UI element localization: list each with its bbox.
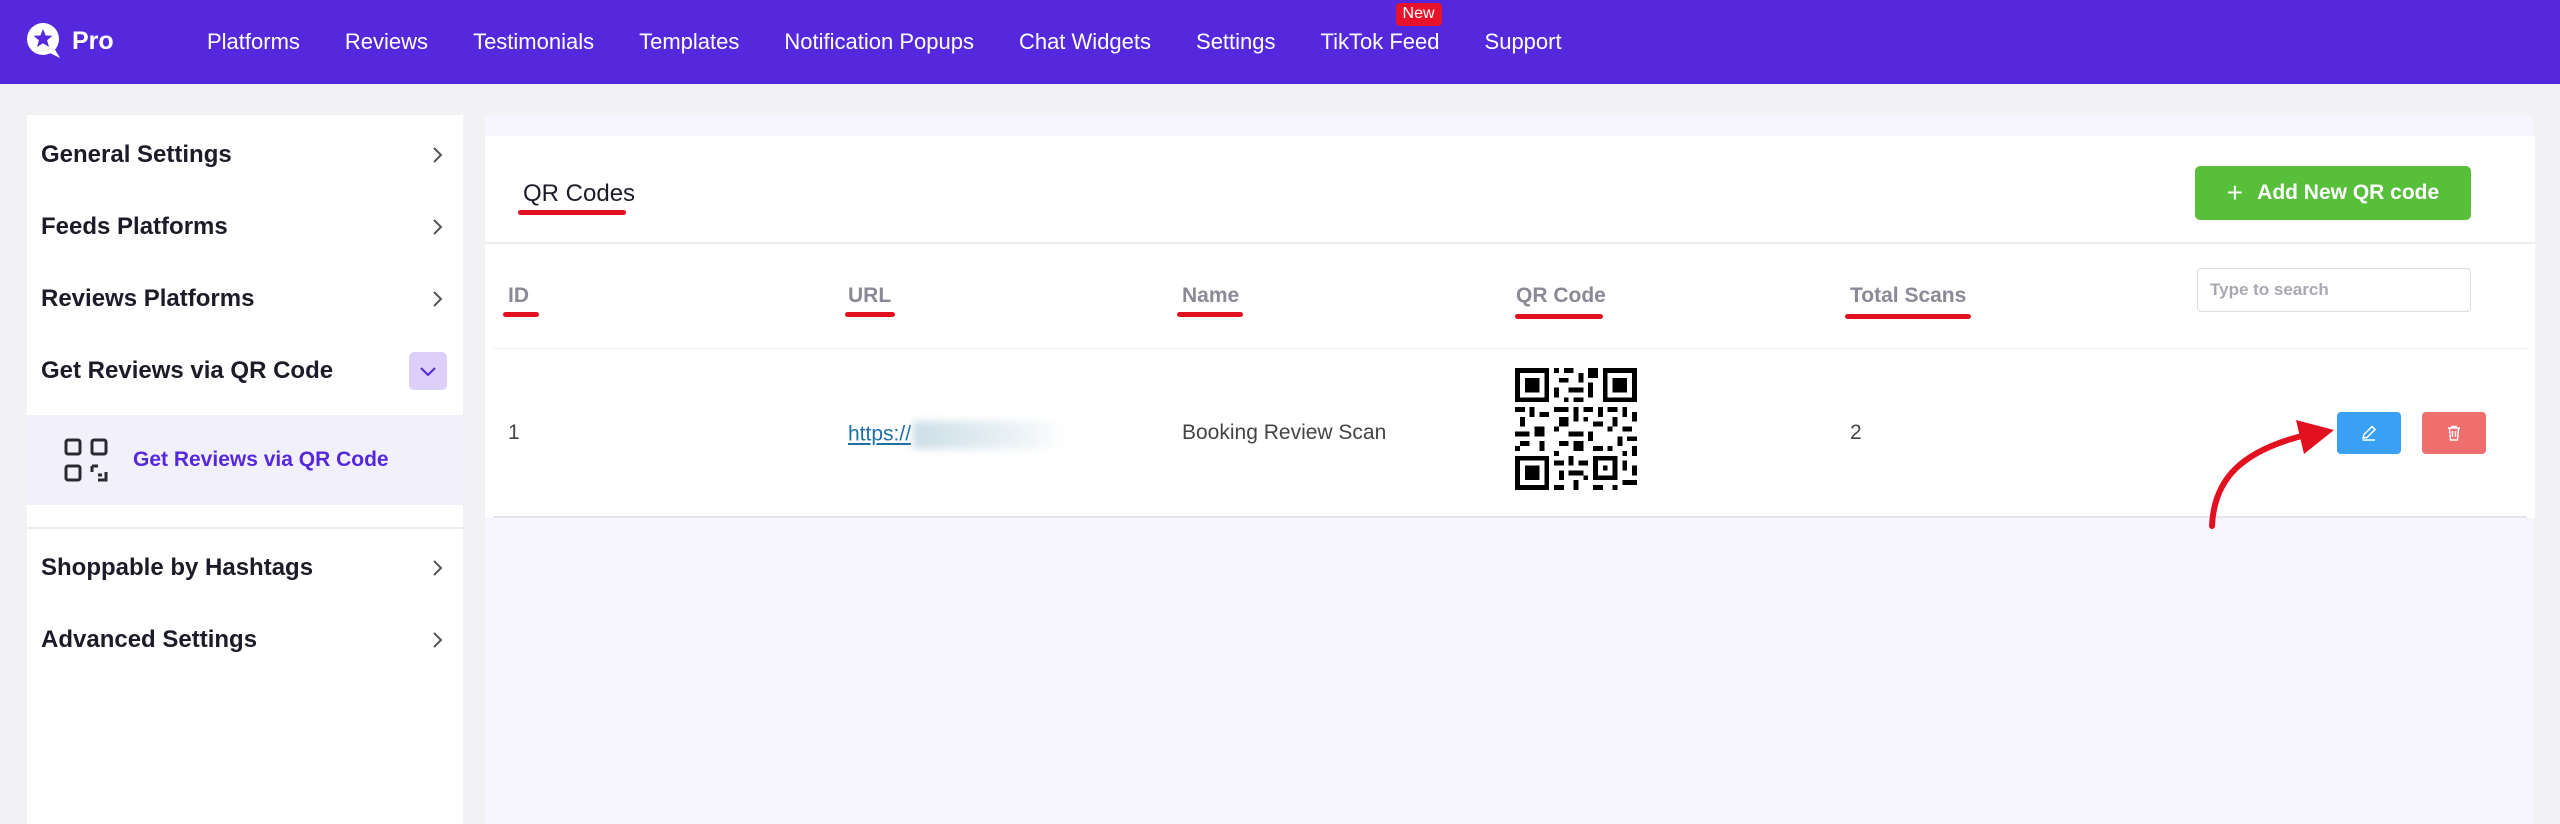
edit-button[interactable] [2337, 412, 2401, 454]
logo[interactable]: Pro [26, 22, 114, 60]
cell-name: Booking Review Scan [1182, 421, 1387, 444]
nav-templates[interactable]: Templates [639, 29, 739, 55]
delete-button[interactable] [2422, 412, 2486, 454]
sidebar-item-shoppable-hashtags[interactable]: Shoppable by Hashtags [27, 538, 463, 598]
chevron-right-icon [433, 219, 443, 235]
qr-code-image[interactable] [1515, 368, 1637, 490]
nav-support[interactable]: Support [1485, 29, 1562, 55]
settings-sidebar: General Settings Feeds Platforms Reviews… [27, 115, 463, 824]
annotation-underline [1845, 314, 1971, 319]
sidebar-item-general-settings[interactable]: General Settings [27, 125, 463, 185]
chevron-right-icon [433, 147, 443, 163]
chevron-right-icon [433, 560, 443, 576]
qr-code-icon [64, 438, 108, 482]
nav-reviews[interactable]: Reviews [345, 29, 428, 55]
column-header-url: URL [848, 284, 892, 307]
annotation-underline [503, 312, 539, 317]
sidebar-subitem-get-reviews-qr[interactable]: Get Reviews via QR Code [27, 415, 463, 505]
cell-url[interactable]: https:// [848, 421, 1066, 449]
sidebar-item-reviews-platforms[interactable]: Reviews Platforms [27, 269, 463, 329]
edit-icon [2361, 425, 2377, 441]
annotation-underline [1515, 314, 1603, 319]
new-badge: New [1395, 3, 1442, 26]
column-header-qr-code: QR Code [1516, 284, 1606, 307]
collapse-toggle[interactable] [409, 352, 447, 390]
sidebar-item-get-reviews-qr[interactable]: Get Reviews via QR Code [27, 341, 463, 401]
page-title: QR Codes [523, 180, 636, 207]
annotation-underline [518, 210, 626, 215]
divider [27, 527, 463, 529]
sidebar-item-label: Get Reviews via QR Code [41, 357, 334, 384]
column-header-name: Name [1182, 284, 1240, 307]
sidebar-item-advanced-settings[interactable]: Advanced Settings [27, 610, 463, 670]
nav-tiktok-feed[interactable]: TikTok Feed New [1320, 3, 1442, 55]
annotation-arrow-icon [2209, 420, 2334, 529]
sidebar-subitem-label: Get Reviews via QR Code [133, 448, 389, 471]
trash-icon [2448, 425, 2460, 441]
nav-testimonials[interactable]: Testimonials [473, 29, 594, 55]
add-new-qr-label: Add New QR code [2257, 181, 2440, 204]
nav-chat-widgets[interactable]: Chat Widgets [1019, 29, 1151, 55]
cell-id: 1 [508, 421, 520, 444]
column-header-total-scans: Total Scans [1850, 284, 1967, 307]
add-new-qr-button[interactable]: + Add New QR code [2195, 166, 2471, 220]
nav-tiktok-feed-label: TikTok Feed [1320, 29, 1440, 54]
chevron-down-icon [420, 367, 436, 377]
sidebar-item-label: General Settings [41, 141, 232, 168]
blurred-url-text [913, 421, 1066, 449]
sidebar-item-label: Feeds Platforms [41, 213, 228, 240]
cell-total-scans: 2 [1850, 421, 1862, 444]
sidebar-item-label: Advanced Settings [41, 626, 258, 653]
chevron-right-icon [433, 632, 443, 648]
annotation-underline [1177, 312, 1243, 317]
chevron-right-icon [433, 291, 443, 307]
logo-star-icon [27, 23, 60, 58]
top-navbar: Pro Platforms Reviews Testimonials Templ… [0, 0, 2560, 84]
logo-text: Pro [72, 26, 114, 55]
sidebar-item-label: Reviews Platforms [41, 285, 255, 312]
nav-notification-popups[interactable]: Notification Popups [784, 29, 974, 55]
divider [493, 348, 2527, 349]
sidebar-item-feeds-platforms[interactable]: Feeds Platforms [27, 197, 463, 257]
sidebar-item-label: Shoppable by Hashtags [41, 554, 314, 581]
plus-icon: + [2226, 177, 2244, 208]
nav-platforms[interactable]: Platforms [207, 29, 300, 55]
annotation-underline [845, 312, 895, 317]
column-header-id: ID [508, 284, 529, 307]
url-link[interactable]: https:// [848, 423, 911, 446]
nav-settings[interactable]: Settings [1196, 29, 1276, 55]
divider [485, 242, 2535, 244]
search-input[interactable] [2197, 268, 2471, 312]
